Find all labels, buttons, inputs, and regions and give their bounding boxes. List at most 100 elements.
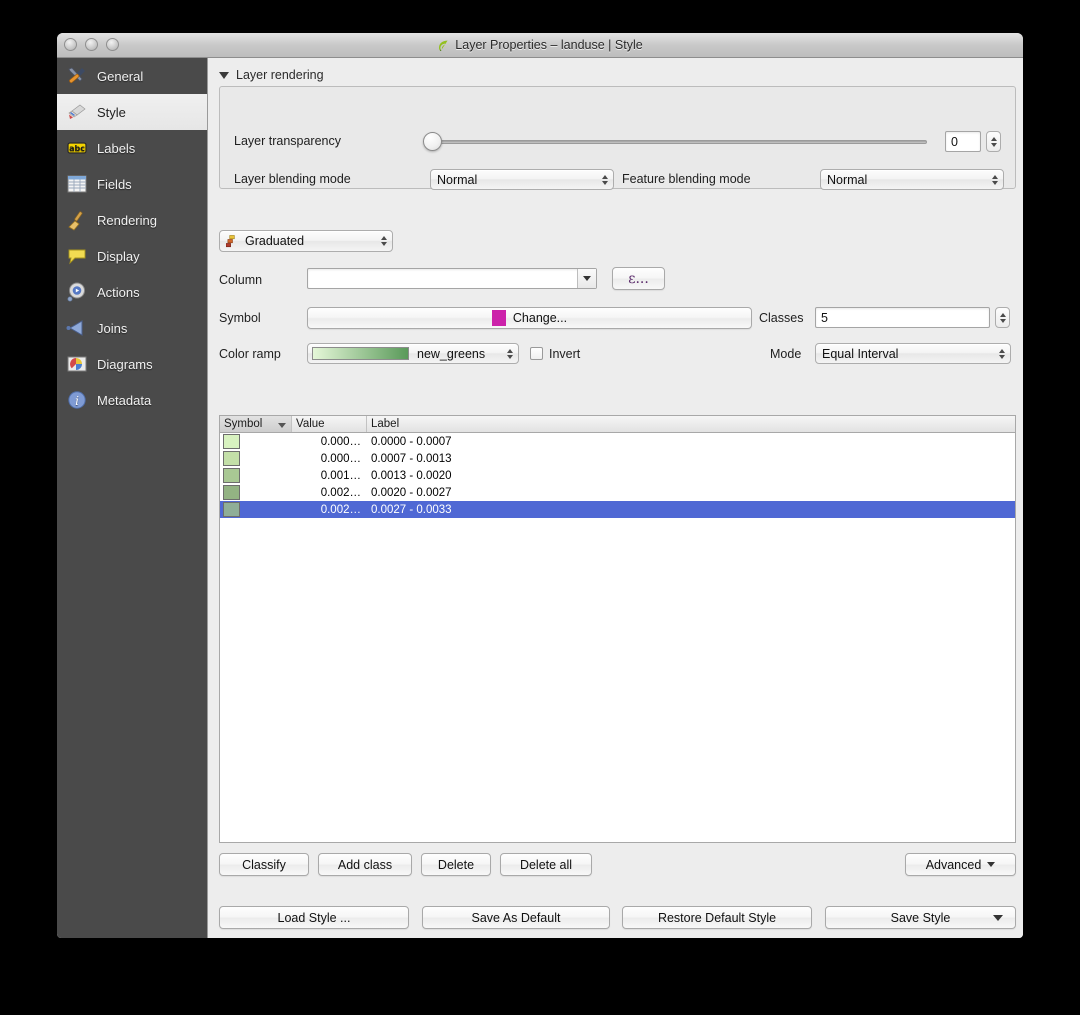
- cell-symbol[interactable]: [220, 468, 292, 483]
- layer-transparency-value[interactable]: 0: [945, 131, 981, 152]
- hammer-wrench-icon: [68, 67, 85, 84]
- spinner-down-icon[interactable]: [990, 142, 997, 147]
- sidebar-item-label: Fields: [97, 176, 132, 192]
- class-color-swatch[interactable]: [223, 434, 240, 449]
- column-header-symbol-label: Symbol: [224, 418, 263, 430]
- color-ramp-preview: [312, 347, 409, 360]
- sidebar-item-fields[interactable]: Fields: [57, 166, 207, 202]
- classify-button[interactable]: Classify: [219, 853, 309, 876]
- symbol-label: Symbol: [219, 311, 261, 325]
- cell-value[interactable]: 0.001…: [292, 470, 367, 482]
- style-panel: Layer rendering Layer transparency 0 Lay…: [207, 58, 1023, 938]
- cell-value[interactable]: 0.000…: [292, 436, 367, 448]
- combo-arrows-icon: [999, 348, 1005, 359]
- sidebar-item-rendering[interactable]: Rendering: [57, 202, 207, 238]
- restore-default-style-button[interactable]: Restore Default Style: [622, 906, 812, 929]
- layer-blending-mode-select[interactable]: Normal: [430, 169, 614, 190]
- delete-all-button-label: Delete all: [519, 857, 573, 872]
- cell-label[interactable]: 0.0020 - 0.0027: [367, 487, 452, 499]
- sidebar-item-metadata[interactable]: i Metadata: [57, 382, 207, 418]
- color-ramp-select[interactable]: new_greens: [307, 343, 519, 364]
- zoom-button[interactable]: [106, 38, 119, 51]
- layer-blending-mode-label: Layer blending mode: [234, 172, 351, 186]
- table-row[interactable]: 0.000… 0.0000 - 0.0007: [220, 433, 1015, 450]
- sidebar-item-labels[interactable]: abc Labels: [57, 130, 207, 166]
- sidebar-item-label: Diagrams: [97, 356, 153, 372]
- sort-descending-icon: [278, 423, 286, 428]
- symbol-color-swatch: [491, 310, 506, 326]
- renderer-type-select[interactable]: Graduated: [219, 230, 393, 252]
- sidebar: General Style abc Labels Fields Renderin…: [57, 58, 207, 938]
- class-color-swatch[interactable]: [223, 502, 240, 517]
- cell-label[interactable]: 0.0000 - 0.0007: [367, 436, 452, 448]
- minimize-button[interactable]: [85, 38, 98, 51]
- column-select[interactable]: [307, 268, 597, 289]
- sidebar-item-label: Rendering: [97, 212, 157, 228]
- title-bar[interactable]: Layer Properties – landuse | Style: [57, 33, 1023, 58]
- symbol-change-button[interactable]: Change...: [307, 307, 752, 329]
- spinner-up-icon[interactable]: [999, 312, 1006, 317]
- column-header-value[interactable]: Value: [292, 416, 367, 432]
- feature-blending-mode-select[interactable]: Normal: [820, 169, 1004, 190]
- classes-spinner[interactable]: [995, 307, 1010, 328]
- save-as-default-button[interactable]: Save As Default: [422, 906, 610, 929]
- sidebar-item-actions[interactable]: Actions: [57, 274, 207, 310]
- svg-text:i: i: [75, 394, 79, 408]
- delete-button[interactable]: Delete: [421, 853, 491, 876]
- class-color-swatch[interactable]: [223, 451, 240, 466]
- spinner-down-icon[interactable]: [999, 318, 1006, 323]
- cell-value[interactable]: 0.002…: [292, 487, 367, 499]
- cell-label[interactable]: 0.0027 - 0.0033: [367, 504, 452, 516]
- cell-symbol[interactable]: [220, 502, 292, 517]
- sidebar-item-label: Joins: [97, 320, 128, 336]
- sidebar-item-diagrams[interactable]: Diagrams: [57, 346, 207, 382]
- layer-transparency-spinner[interactable]: [986, 131, 1001, 152]
- speech-bubble-icon: [68, 249, 86, 265]
- left-arrow-join-icon: [66, 320, 83, 336]
- cell-symbol[interactable]: [220, 485, 292, 500]
- table-row[interactable]: 0.002… 0.0020 - 0.0027: [220, 484, 1015, 501]
- delete-all-button[interactable]: Delete all: [500, 853, 592, 876]
- layer-transparency-slider[interactable]: [430, 140, 927, 144]
- class-color-swatch[interactable]: [223, 468, 240, 483]
- advanced-button[interactable]: Advanced: [905, 853, 1016, 876]
- chevron-down-icon[interactable]: [577, 269, 596, 288]
- table-row[interactable]: 0.000… 0.0007 - 0.0013: [220, 450, 1015, 467]
- table-row[interactable]: 0.001… 0.0013 - 0.0020: [220, 467, 1015, 484]
- color-ramp-value: new_greens: [417, 346, 486, 361]
- cell-symbol[interactable]: [220, 434, 292, 449]
- save-style-button[interactable]: Save Style: [825, 906, 1016, 929]
- chevron-down-icon[interactable]: [993, 914, 1003, 921]
- column-header-label[interactable]: Label: [367, 416, 1015, 432]
- mode-select[interactable]: Equal Interval: [815, 343, 1011, 364]
- layer-rendering-panel: Layer transparency 0 Layer blending mode…: [219, 86, 1016, 190]
- layer-transparency-slider-handle[interactable]: [423, 132, 442, 151]
- cell-symbol[interactable]: [220, 451, 292, 466]
- cell-value[interactable]: 0.002…: [292, 504, 367, 516]
- table-row[interactable]: 0.002… 0.0027 - 0.0033: [220, 501, 1015, 518]
- classes-input[interactable]: 5: [815, 307, 990, 328]
- close-button[interactable]: [64, 38, 77, 51]
- cell-label[interactable]: 0.0013 - 0.0020: [367, 470, 452, 482]
- cell-label[interactable]: 0.0007 - 0.0013: [367, 453, 452, 465]
- sidebar-item-joins[interactable]: Joins: [57, 310, 207, 346]
- invert-checkbox[interactable]: [530, 347, 543, 360]
- cell-value[interactable]: 0.000…: [292, 453, 367, 465]
- expression-builder-button[interactable]: ε...: [612, 267, 665, 290]
- qgis-leaf-icon: [439, 40, 448, 51]
- column-header-symbol[interactable]: Symbol: [220, 416, 292, 432]
- sidebar-item-display[interactable]: Display: [57, 238, 207, 274]
- column-header-label-label: Label: [371, 418, 400, 430]
- load-style-button[interactable]: Load Style ...: [219, 906, 409, 929]
- table-header-row: Symbol Value Label: [220, 416, 1015, 433]
- sidebar-item-general[interactable]: General: [57, 58, 207, 94]
- layer-rendering-group-header[interactable]: Layer rendering: [219, 68, 324, 82]
- class-color-swatch[interactable]: [223, 485, 240, 500]
- load-style-button-label: Load Style ...: [277, 910, 351, 925]
- sidebar-item-label: Labels: [97, 140, 136, 156]
- class-table[interactable]: Symbol Value Label 0.000… 0.0000 - 0.0007…: [219, 415, 1016, 843]
- sidebar-item-style[interactable]: Style: [57, 94, 207, 130]
- spinner-up-icon[interactable]: [990, 136, 997, 141]
- chevron-down-icon: [219, 71, 229, 79]
- add-class-button[interactable]: Add class: [318, 853, 412, 876]
